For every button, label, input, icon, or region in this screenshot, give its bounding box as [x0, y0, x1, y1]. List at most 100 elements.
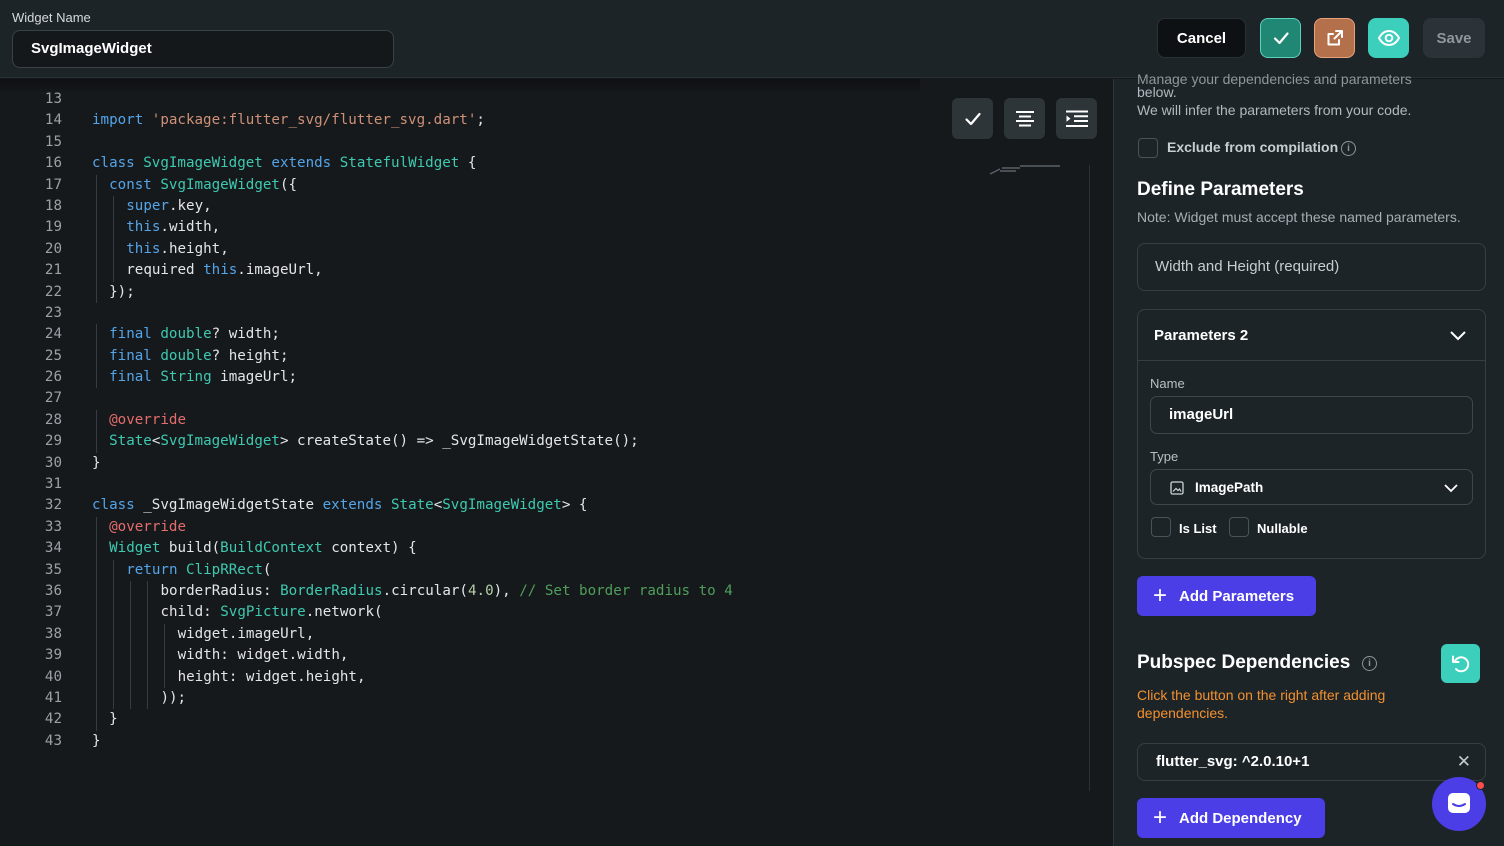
code-line[interactable]: 39 width: widget.width, [0, 645, 348, 667]
refresh-dependencies-button[interactable] [1441, 644, 1480, 683]
code-line[interactable]: 17 const SvgImageWidget({ [0, 174, 297, 196]
indent-guide [147, 645, 149, 667]
line-number: 23 [44, 304, 62, 321]
indent-guide [96, 623, 97, 646]
indent-guide [96, 324, 97, 346]
code-line[interactable]: 22}); [0, 281, 135, 303]
code-token: SvgImageWidget [143, 155, 263, 172]
code-text: } [92, 731, 101, 752]
code-token: BorderRadius [280, 582, 383, 599]
code-text: )); [160, 688, 186, 709]
define-parameters-note: Note: Widget must accept these named par… [1137, 209, 1461, 225]
code-line[interactable]: 20 this.height, [0, 238, 229, 261]
is-list-checkbox[interactable] [1151, 517, 1171, 537]
code-line[interactable]: 33 @override [0, 516, 186, 539]
widget-name-input[interactable]: SvgImageWidget [12, 30, 394, 68]
code-token: borderRadius: [160, 582, 281, 599]
code-line[interactable]: 18 super.key, [0, 195, 212, 218]
code-line[interactable]: 31 [0, 474, 62, 495]
code-token: BuildContext [220, 540, 323, 557]
cancel-button[interactable]: Cancel [1157, 18, 1246, 58]
code-line[interactable]: 42} [0, 709, 118, 731]
code-line[interactable]: 32 class _SvgImageWidgetState extends Sta… [0, 495, 588, 516]
code-line[interactable]: 13 [0, 89, 62, 110]
code-line[interactable]: 40 height: widget.height, [0, 666, 366, 688]
dependency-name: flutter_svg: ^2.0.10+1 [1156, 753, 1310, 770]
close-icon[interactable]: ✕ [1457, 744, 1471, 780]
code-line[interactable]: 25 final double? height; [0, 345, 289, 368]
code-line[interactable]: 23 [0, 303, 62, 324]
parameter-card: Parameters 2 Name imageUrl Type ImagePat… [1137, 309, 1486, 559]
line-number: 17 [44, 176, 62, 193]
add-dependency-button[interactable]: + Add Dependency [1137, 798, 1325, 838]
code-text: return ClipRRect( [126, 560, 271, 581]
check-button[interactable] [1260, 18, 1301, 58]
code-line[interactable]: 28 @override [0, 409, 186, 432]
code-line[interactable]: 41)); [0, 687, 186, 710]
code-line[interactable]: 29 State<SvgImageWidget> createState() =>… [0, 431, 639, 453]
is-list-label: Is List [1179, 521, 1217, 536]
align-center-button[interactable] [1004, 98, 1045, 139]
code-line[interactable]: 43} [0, 731, 101, 752]
info-icon[interactable]: i [1362, 656, 1377, 671]
chevron-down-icon[interactable] [1449, 328, 1467, 342]
code-line[interactable]: 16 class SvgImageWidget extends StatefulW… [0, 153, 477, 174]
indent-guide [96, 260, 97, 282]
code-line[interactable]: 37 child: SvgPicture.network( [0, 602, 383, 624]
code-line[interactable]: 19 this.width, [0, 217, 220, 239]
nullable-checkbox[interactable] [1229, 517, 1249, 537]
type-label: Type [1150, 449, 1179, 464]
code-line[interactable]: 15 [0, 132, 62, 153]
code-line[interactable]: 35 return ClipRRect( [0, 559, 271, 581]
open-external-button[interactable] [1314, 18, 1355, 58]
code-line[interactable]: 21 required this.imageUrl, [0, 260, 323, 282]
indent-guide [113, 217, 115, 239]
code-token: } [92, 454, 101, 471]
code-lines[interactable]: 13 14 import 'package:flutter_svg/flutter_… [0, 89, 733, 752]
code-minimap[interactable] [990, 165, 1060, 175]
notification-dot [1476, 781, 1485, 790]
code-line[interactable]: 30} [0, 453, 101, 474]
indent-guide [96, 174, 97, 196]
code-line[interactable]: 14 import 'package:flutter_svg/flutter_sv… [0, 110, 485, 131]
code-text: super.key, [126, 196, 211, 217]
add-parameters-button[interactable]: + Add Parameters [1137, 576, 1316, 616]
type-select[interactable]: ImagePath [1150, 469, 1473, 505]
indent-guide [147, 623, 149, 646]
code-token: ({ [279, 176, 298, 193]
format-check-button[interactable] [952, 98, 993, 139]
code-token: final [109, 369, 152, 386]
code-line[interactable]: 27 [0, 388, 62, 409]
indent-guide [130, 623, 132, 646]
editor-scrollbar[interactable] [1089, 165, 1090, 791]
indent-guide [113, 645, 115, 667]
code-line[interactable]: 26 final String imageUrl; [0, 367, 297, 389]
image-icon [1170, 481, 1184, 495]
preview-button[interactable] [1368, 18, 1409, 58]
support-chat-button[interactable] [1432, 777, 1486, 831]
parameter-name-input[interactable]: imageUrl [1150, 396, 1473, 434]
dependency-item[interactable]: flutter_svg: ^2.0.10+1 ✕ [1137, 743, 1486, 781]
info-icon[interactable]: i [1341, 141, 1356, 156]
code-line[interactable]: 24 final double? width; [0, 324, 280, 346]
width-height-parameter[interactable]: Width and Height (required) [1137, 243, 1486, 291]
code-line[interactable]: 36 borderRadius: BorderRadius.circular(4.… [0, 580, 733, 603]
code-token: this [126, 219, 161, 236]
indent-guide [96, 687, 97, 710]
line-number: 35 [44, 561, 62, 578]
parameter-card-header[interactable]: Parameters 2 [1138, 310, 1485, 361]
name-label: Name [1150, 376, 1185, 391]
code-text: widget.imageUrl, [178, 624, 315, 645]
indent-button[interactable] [1056, 98, 1097, 139]
code-line[interactable]: 34 Widget build(BuildContext context) { [0, 538, 417, 560]
line-number: 25 [44, 347, 62, 364]
code-editor[interactable]: 13 14 import 'package:flutter_svg/flutter_… [0, 79, 1112, 846]
save-button[interactable]: Save [1423, 18, 1485, 58]
indent-guide [164, 666, 166, 688]
indent-guide [113, 559, 115, 581]
indent-guide [113, 602, 115, 624]
indent-guide [164, 623, 166, 646]
exclude-checkbox[interactable] [1138, 138, 1158, 158]
code-line[interactable]: 38 widget.imageUrl, [0, 623, 314, 646]
